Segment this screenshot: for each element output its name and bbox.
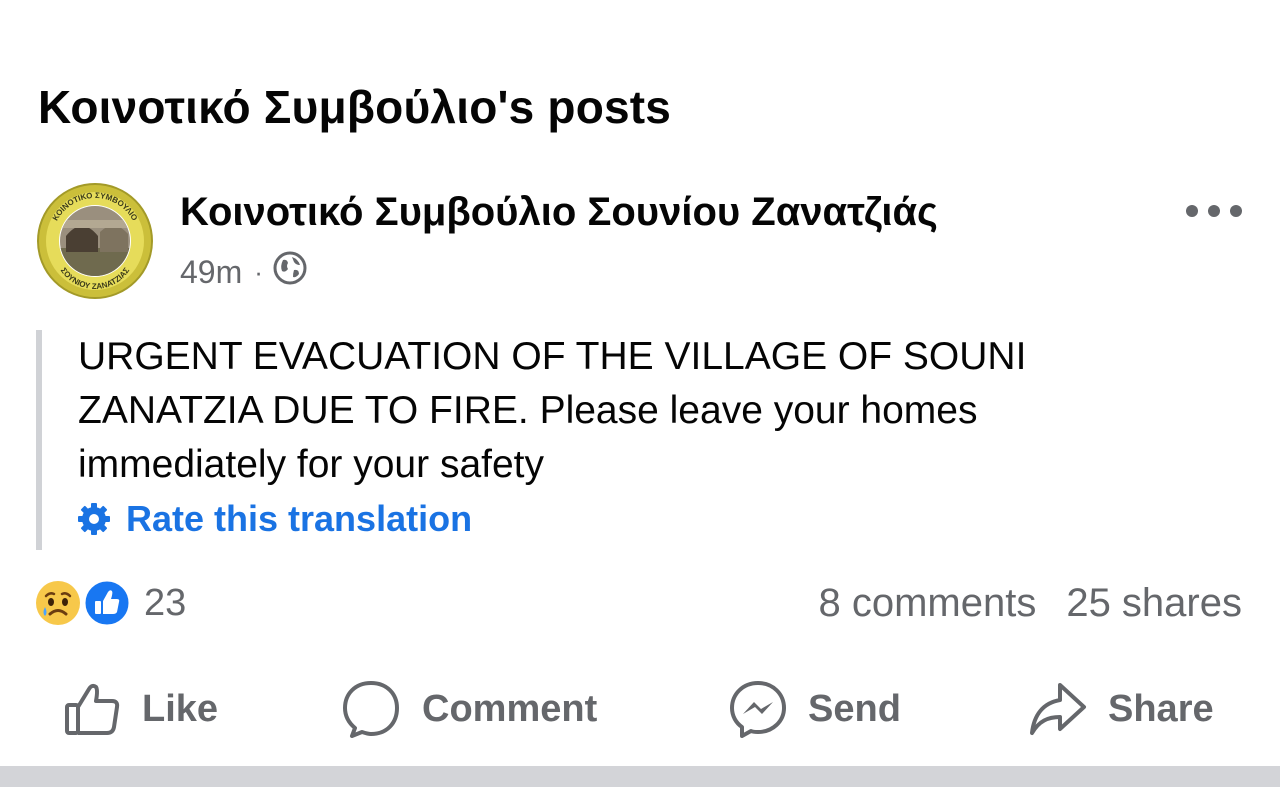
send-label: Send	[808, 687, 901, 730]
share-label: Share	[1108, 687, 1214, 730]
more-options-dot	[1230, 205, 1242, 217]
comment-label: Comment	[422, 687, 598, 730]
avatar-logo: ΚΟΙΝΟΤΙΚΟ ΣΥΜΒΟΥΛΙΟ ΣΟΥΝΙΟΥ ΖΑΝΑΤΖΙΑΣ	[37, 183, 153, 299]
page-name-link[interactable]: Κοινοτικό Συμβούλιο Σουνίου Ζανατζιάς	[180, 190, 938, 235]
post-timestamp[interactable]: 49m	[180, 254, 242, 291]
share-arrow-icon	[1030, 683, 1086, 735]
share-button[interactable]: Share	[1028, 674, 1214, 744]
post-meta: 49m ·	[180, 250, 307, 294]
action-bar: Like Comment Send Share	[0, 674, 1280, 744]
engagement-counts: 8 comments 25 shares	[818, 578, 1242, 628]
post-text: URGENT EVACUATION OF THE VILLAGE OF SOUN…	[78, 335, 1027, 486]
like-button[interactable]: Like	[62, 674, 218, 744]
translated-block: URGENT EVACUATION OF THE VILLAGE OF SOUN…	[36, 330, 1172, 550]
more-options-button[interactable]	[1186, 196, 1242, 226]
like-label: Like	[142, 687, 219, 730]
feed-divider	[0, 766, 1280, 787]
reactions-summary[interactable]: 23	[34, 578, 186, 628]
section-title: Κοινοτικό Συμβούλιο's posts	[38, 81, 672, 133]
rate-translation-label: Rate this translation	[126, 498, 473, 539]
comment-icon	[343, 681, 399, 738]
reaction-count: 23	[144, 581, 187, 624]
more-options-dot	[1208, 205, 1220, 217]
comments-count[interactable]: 8 comments	[818, 581, 1036, 626]
sad-reaction-icon	[34, 579, 82, 632]
thumbs-up-icon	[65, 683, 120, 735]
shares-count[interactable]: 25 shares	[1066, 581, 1242, 626]
page-avatar[interactable]: ΚΟΙΝΟΤΙΚΟ ΣΥΜΒΟΥΛΙΟ ΣΟΥΝΙΟΥ ΖΑΝΑΤΖΙΑΣ	[36, 182, 154, 300]
more-options-dot	[1186, 205, 1198, 217]
rate-translation-link[interactable]: Rate this translation	[76, 498, 472, 540]
comment-button[interactable]: Comment	[340, 674, 597, 744]
send-button[interactable]: Send	[728, 674, 901, 744]
gear-icon	[78, 503, 110, 535]
meta-separator: ·	[254, 256, 263, 287]
messenger-icon	[730, 681, 786, 738]
globe-icon[interactable]	[273, 251, 307, 293]
like-reaction-icon	[82, 578, 132, 633]
